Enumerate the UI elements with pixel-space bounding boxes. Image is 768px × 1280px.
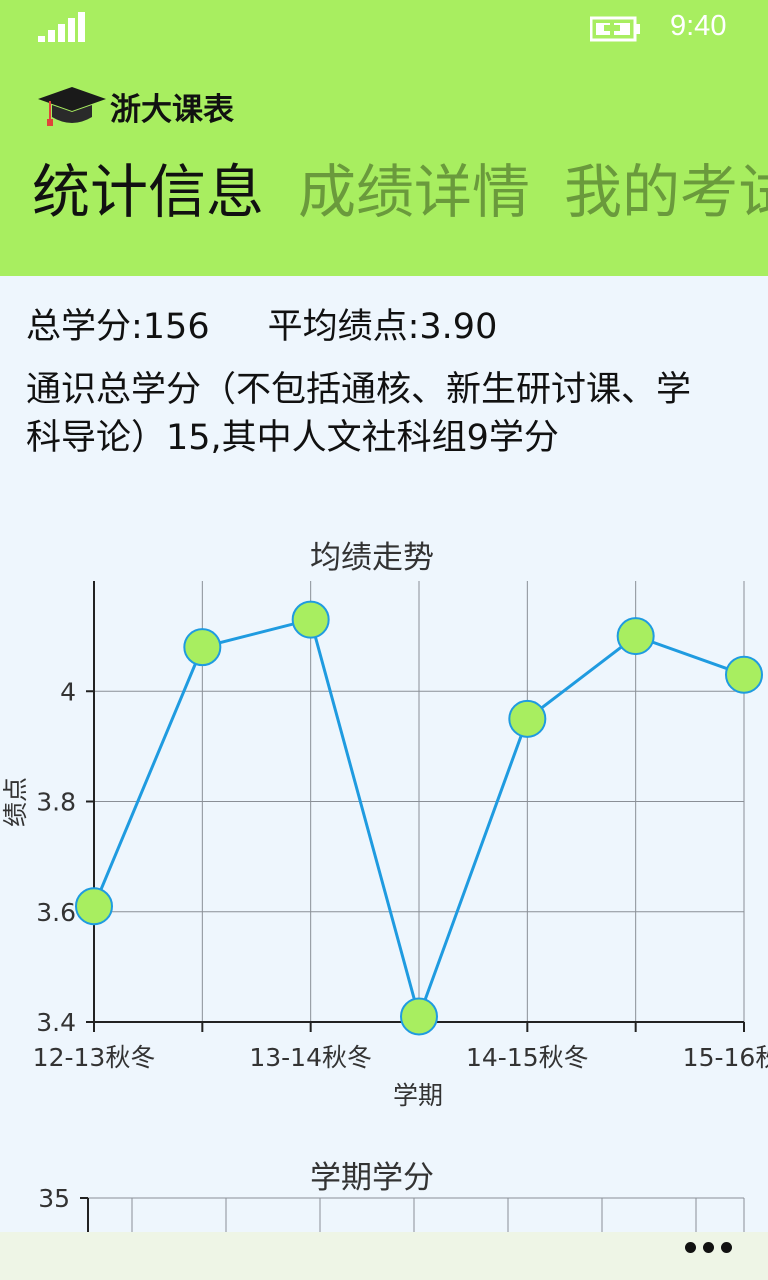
charts-area: 均绩走势 3.4 3.6 3.8 4 12-13秋冬 13-14秋冬 14-15秋冬 15-… — [1, 540, 768, 1232]
pivot-tabs: 统计信息 成绩详情 我的考试 — [32, 156, 768, 228]
gpa-trend-chart: 均绩走势 3.4 3.6 3.8 4 12-13秋冬 13-14秋冬 14-15秋冬 15-… — [1, 540, 768, 1110]
status-bar: 9:40 — [0, 0, 768, 56]
gpa-y-axis-label: 绩点 — [1, 777, 30, 827]
app-title: 浙大课表 — [110, 91, 234, 128]
status-time: 9:40 — [670, 10, 727, 42]
tab-grade-details[interactable]: 成绩详情 — [298, 156, 530, 228]
gpa-data-point — [75, 887, 113, 926]
gpa-x-tick-label: 13-14秋冬 — [249, 1043, 372, 1072]
gpa-y-tick-label: 3.4 — [36, 1008, 76, 1037]
gpa-data-point — [508, 699, 547, 738]
gpa-data-point — [400, 997, 438, 1036]
gpa-data-point — [616, 617, 655, 656]
battery-charging-icon — [590, 16, 640, 42]
app-title-bar: 浙大课表 — [36, 80, 234, 132]
gpa-data-point — [183, 628, 222, 667]
gpa-chart-title: 均绩走势 — [310, 540, 434, 576]
gpa-x-tick-label: 14-15秋冬 — [466, 1043, 589, 1072]
gpa-x-axis-label: 学期 — [393, 1081, 443, 1110]
tab-statistics[interactable]: 统计信息 — [32, 156, 264, 228]
gpa-y-tick-label: 3.8 — [36, 788, 76, 817]
gpa-data-point — [725, 655, 763, 694]
app-header: 9:40 浙大课表 统计信息 成绩详情 我的考试 — [0, 0, 768, 276]
signal-strength-icon — [38, 12, 85, 42]
gpa-x-tick-label: 12-13秋冬 — [33, 1043, 156, 1072]
graduation-cap-icon — [38, 87, 106, 126]
more-options-icon[interactable] — [685, 1242, 732, 1253]
credits-y-tick-label: 35 — [38, 1184, 70, 1213]
gpa-data-point — [291, 600, 330, 639]
tab-my-exams[interactable]: 我的考试 — [564, 156, 768, 228]
gpa-y-tick-label: 4 — [60, 677, 76, 706]
credits-chart-title: 学期学分 — [310, 1160, 434, 1196]
gpa-y-tick-label: 3.6 — [36, 898, 76, 927]
gpa-x-tick-label: 15-16秋冬 — [683, 1043, 768, 1072]
app-bar — [0, 1232, 768, 1280]
term-credits-chart: 学期学分 35 — [38, 1160, 745, 1232]
statistics-panel[interactable]: 总学分:156 平均绩点:3.90 通识总学分（不包括通核、新生研讨课、学科导论）… — [0, 276, 768, 1232]
